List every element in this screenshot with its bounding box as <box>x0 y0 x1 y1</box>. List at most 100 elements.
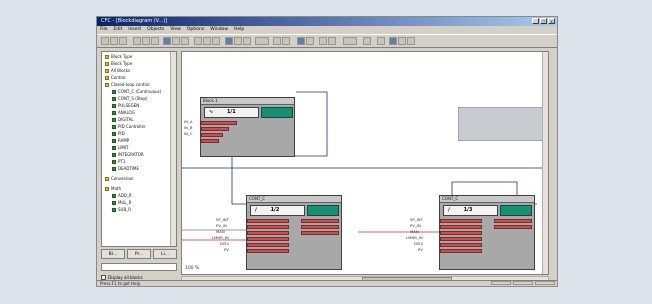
overview-icon[interactable] <box>297 37 305 45</box>
block-pin[interactable] <box>247 225 289 229</box>
paste-icon[interactable] <box>151 37 159 45</box>
window-tile-icon[interactable] <box>389 37 397 45</box>
tree-item[interactable]: INTEGRATOR <box>112 152 144 158</box>
tree-item[interactable]: SUB_R <box>112 207 131 213</box>
tab-programs[interactable]: Pr... <box>127 249 151 259</box>
arrange-icon[interactable] <box>407 37 415 45</box>
block-pin[interactable] <box>301 219 339 223</box>
menu-window[interactable]: Window <box>210 26 228 34</box>
tree-item[interactable]: ADD_R <box>112 193 132 199</box>
tree-item[interactable]: ANALOG <box>112 110 135 116</box>
menu-insert[interactable]: Insert <box>128 26 141 34</box>
tree-item[interactable]: All Blocks <box>105 68 130 74</box>
menu-edit[interactable]: Edit <box>114 26 123 34</box>
tree-item[interactable]: CONT_S (Step) <box>112 96 147 102</box>
display-all-checkbox[interactable] <box>101 274 106 280</box>
tree-item[interactable]: LIMIT <box>112 145 128 151</box>
window-cascade-icon[interactable] <box>398 37 406 45</box>
trend-icon[interactable] <box>243 37 251 45</box>
block-catalog-tree[interactable]: Block Type Block Type All Blocks Control… <box>101 51 177 247</box>
tree-item[interactable]: Control <box>105 75 125 81</box>
block-symbol: ∿ 1/1 <box>204 107 259 118</box>
info-icon[interactable] <box>363 37 371 45</box>
tree-item[interactable]: DEADTIME <box>112 166 139 172</box>
zoom-out-icon[interactable] <box>282 37 290 45</box>
overview-window[interactable] <box>458 107 546 141</box>
search-combo[interactable] <box>101 263 177 271</box>
monitor-icon[interactable] <box>225 37 233 45</box>
block-pin[interactable] <box>247 219 289 223</box>
tab-libraries[interactable]: Li... <box>153 249 177 259</box>
block-icon <box>112 153 116 157</box>
function-block-top[interactable]: Block 1 ∿ 1/1 <box>200 97 295 157</box>
tree-item[interactable]: PID <box>112 131 125 137</box>
block-pin[interactable] <box>494 219 532 223</box>
tree-item[interactable]: Block Type <box>105 54 132 60</box>
block-pin[interactable] <box>247 237 289 241</box>
block-pin[interactable] <box>247 243 289 247</box>
cut-icon[interactable] <box>133 37 141 45</box>
new-icon[interactable] <box>101 37 109 45</box>
block-pin[interactable] <box>494 225 532 229</box>
block-pin[interactable] <box>440 249 482 253</box>
block-pin[interactable] <box>201 121 237 125</box>
block-pin[interactable] <box>440 219 482 223</box>
close-button[interactable]: x <box>548 18 555 24</box>
tree-item[interactable]: PULSEGEN <box>112 103 139 109</box>
block-pin[interactable] <box>440 237 482 241</box>
menu-file[interactable]: File <box>100 26 108 34</box>
tree-item[interactable]: DIGITAL <box>112 117 134 123</box>
next-icon[interactable] <box>328 37 336 45</box>
run-sequence-icon[interactable] <box>255 37 269 45</box>
help-icon[interactable] <box>377 37 385 45</box>
block-pin[interactable] <box>440 243 482 247</box>
block-pin[interactable] <box>301 225 339 229</box>
block-icon <box>112 160 116 164</box>
function-block-right[interactable]: CONT_C ∕ 1/3 <box>439 195 535 270</box>
tree-item[interactable]: Block Type <box>105 61 132 67</box>
block-pin[interactable] <box>440 231 482 235</box>
canvas-vertical-scrollbar[interactable] <box>542 52 548 274</box>
block-pin[interactable] <box>247 249 289 253</box>
tree-item[interactable]: PID Controller <box>112 124 146 130</box>
sheet-icon[interactable] <box>306 37 314 45</box>
menu-options[interactable]: Options <box>187 26 204 34</box>
chart-icon[interactable] <box>172 37 180 45</box>
tree-item[interactable]: Math <box>105 186 121 192</box>
pin-label: PV <box>224 247 229 252</box>
tree-item[interactable]: Closed-loop control <box>105 82 150 88</box>
minimize-button[interactable]: _ <box>532 18 539 24</box>
block-pin[interactable] <box>247 231 289 235</box>
maximize-button[interactable]: □ <box>540 18 547 24</box>
menu-view[interactable]: View <box>170 26 181 34</box>
watch-icon[interactable] <box>234 37 242 45</box>
function-block-mid[interactable]: CONT_C ∕ 1/2 <box>246 195 342 270</box>
tab-blocks[interactable]: Bl... <box>101 249 125 259</box>
block-pin[interactable] <box>440 225 482 229</box>
tree-scrollbar[interactable] <box>170 52 176 246</box>
catalog-icon[interactable] <box>163 37 171 45</box>
zoom-in-icon[interactable] <box>273 37 281 45</box>
copy-icon[interactable] <box>142 37 150 45</box>
menu-objects[interactable]: Objects <box>147 26 164 34</box>
tree-item[interactable]: MUL_R <box>112 200 131 206</box>
download-icon[interactable] <box>203 37 211 45</box>
compile-icon[interactable] <box>194 37 202 45</box>
tree-item[interactable]: RAMP <box>112 138 129 144</box>
tree-item[interactable]: PT1 <box>112 159 125 165</box>
title-bar[interactable]: CFC - [Blockdiagram (V...)] _ □ x <box>97 17 557 26</box>
save-icon[interactable] <box>119 37 127 45</box>
tree-item[interactable]: CONT_C (Continuous) <box>112 89 161 95</box>
chart-canvas[interactable]: Block 1 ∿ 1/1 IN_A IN_B IN_C CONT_C ∕ 1/… <box>181 51 549 275</box>
block-icon[interactable] <box>181 37 189 45</box>
menu-help[interactable]: Help <box>234 26 244 34</box>
dropdown-icon[interactable] <box>343 37 357 45</box>
block-pin[interactable] <box>201 127 229 131</box>
open-icon[interactable] <box>110 37 118 45</box>
block-pin[interactable] <box>201 133 223 137</box>
block-pin[interactable] <box>201 139 219 143</box>
previous-icon[interactable] <box>319 37 327 45</box>
test-icon[interactable] <box>212 37 220 45</box>
block-pin[interactable] <box>301 231 339 235</box>
tree-item[interactable]: Conversion <box>105 176 133 182</box>
